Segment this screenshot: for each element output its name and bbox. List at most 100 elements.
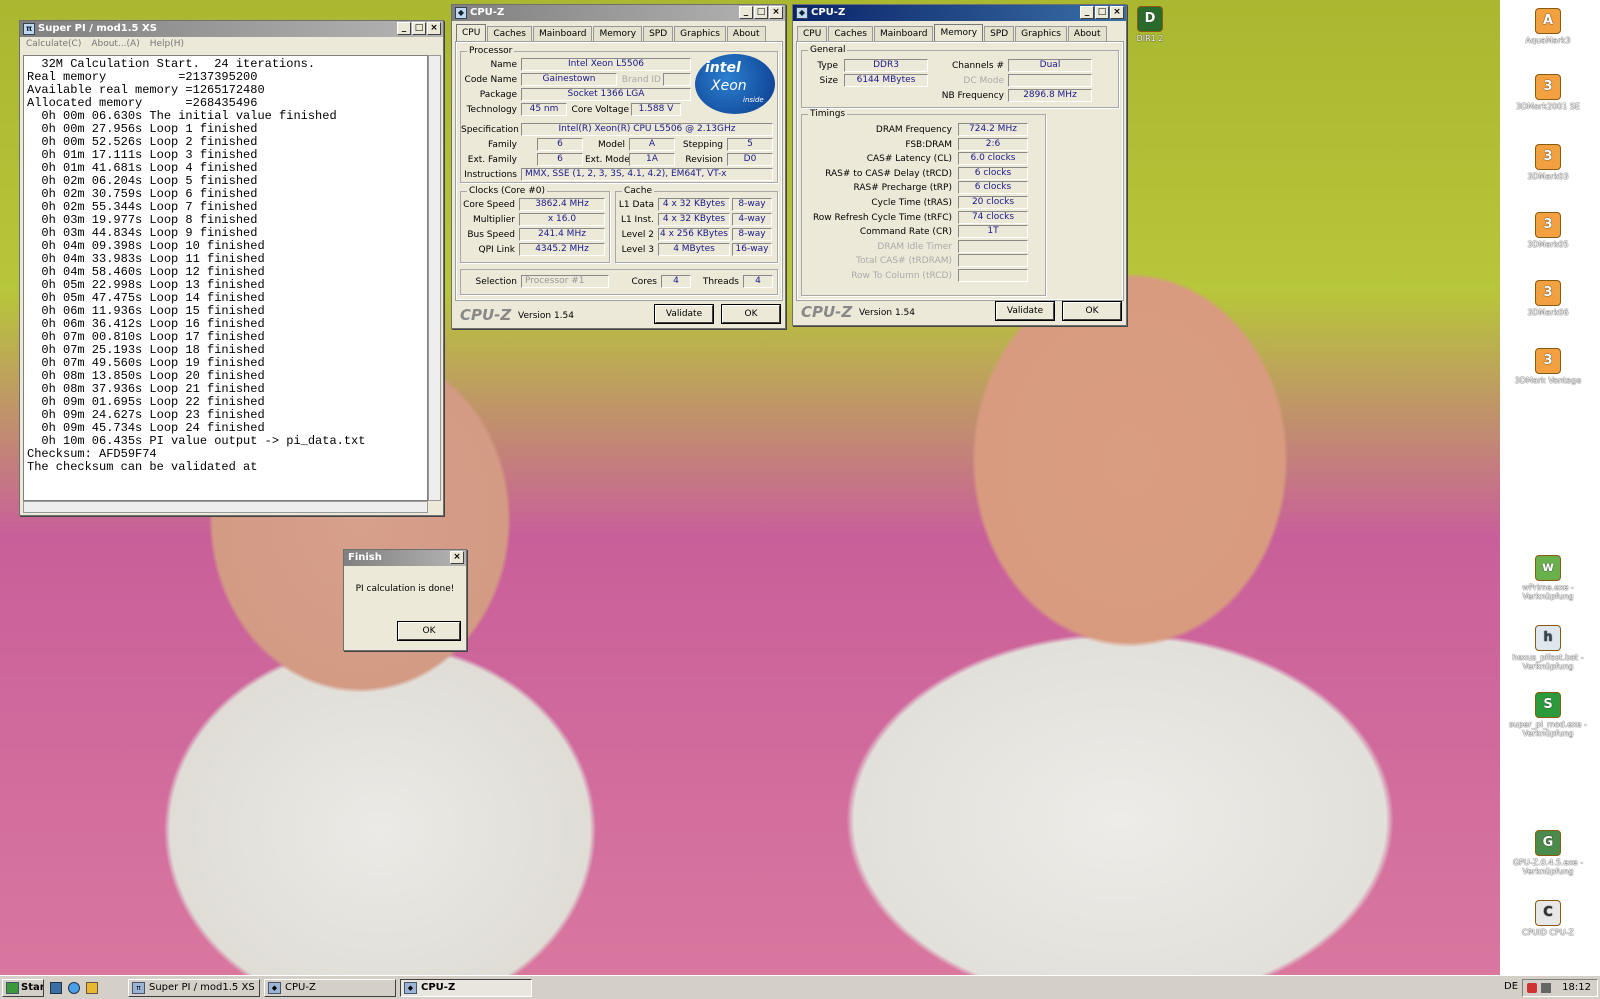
timing-value (958, 254, 1028, 268)
volume-icon[interactable] (1541, 983, 1551, 993)
cpuz-memory-window: ◆ CPU-Z _ □ × CPU Caches Mainboard Memory S… (792, 4, 1127, 326)
tab-mainboard[interactable]: Mainboard (533, 26, 593, 41)
tab-memory[interactable]: Memory (934, 24, 984, 41)
desktop-icon-superpi[interactable]: Ssuper_pi_mod.exe - Verknüpfung (1502, 692, 1594, 738)
3dmark05-icon: 3 (1535, 212, 1561, 238)
desktop-icon-3dmark2001[interactable]: 3 3DMark2001 SE (1502, 74, 1594, 111)
taskbar-item-superpi[interactable]: π Super PI / mod1.5 XS (128, 979, 260, 997)
timing-label: Cycle Time (tRAS) (871, 198, 952, 208)
finish-titlebar[interactable]: Finish × (344, 550, 466, 566)
horizontal-scrollbar[interactable] (23, 501, 428, 513)
validate-button[interactable]: Validate (654, 304, 714, 324)
cpuz-icon: ◆ (268, 982, 281, 994)
cpuz-icon: C (1535, 900, 1561, 926)
l2-label: Level 2 (621, 230, 654, 240)
timing-value: 6 clocks (958, 166, 1028, 180)
tab-cpu[interactable]: CPU (797, 26, 828, 41)
desktop-icon-3dmark-vantage[interactable]: 3 3DMark Vantage (1502, 348, 1594, 385)
maximize-button[interactable]: □ (754, 6, 768, 19)
tab-caches[interactable]: Caches (828, 26, 873, 41)
timing-value (958, 269, 1028, 282)
menu-about[interactable]: About...(A) (91, 37, 139, 51)
cpu-name-value: Intel Xeon L5506 (521, 58, 691, 71)
menu-help[interactable]: Help(H) (150, 37, 184, 51)
3dmark-vantage-icon: 3 (1535, 348, 1561, 374)
taskbar-item-cpuz-2[interactable]: ◆ CPU-Z (400, 979, 532, 997)
start-button[interactable]: Start (2, 979, 44, 997)
extmodel-value: 1A (629, 153, 675, 166)
close-button[interactable]: × (769, 6, 783, 19)
ok-button[interactable]: OK (721, 304, 781, 324)
start-label: Start (21, 982, 43, 993)
internet-explorer-icon[interactable] (68, 982, 80, 994)
superpi-icon: S (1535, 692, 1561, 718)
desktop-icon-gpuz[interactable]: G GPU-Z.0.4.5.exe - Verknüpfung (1502, 830, 1594, 876)
ok-button[interactable]: OK (1062, 301, 1122, 321)
tab-caches[interactable]: Caches (487, 26, 532, 41)
superpi-output[interactable]: 32M Calculation Start. 24 iterations. Rea… (23, 55, 428, 501)
close-button[interactable]: × (427, 22, 441, 35)
stepping-label: Stepping (682, 140, 723, 150)
timing-label: FSB:DRAM (905, 139, 952, 150)
maximize-button[interactable]: □ (1095, 6, 1109, 19)
finish-ok-button[interactable]: OK (397, 621, 461, 641)
vertical-scrollbar[interactable] (428, 55, 441, 501)
minimize-button[interactable]: _ (739, 6, 753, 19)
desktop-icon-cpuz[interactable]: C CPUID CPU-Z (1502, 900, 1594, 937)
taskbar-item-label: CPU-Z (421, 982, 456, 993)
desktop-icon-3dmark03[interactable]: 3 3DMark03 (1502, 144, 1594, 181)
desktop-icon-pifast[interactable]: h hexus_pifast.bat - Verknüpfung (1502, 625, 1594, 671)
minimize-button[interactable]: _ (397, 22, 411, 35)
close-button[interactable]: × (450, 551, 464, 564)
show-desktop-icon[interactable] (50, 982, 62, 994)
language-indicator[interactable]: DE (1504, 981, 1518, 992)
timing-value: 6.0 clocks (958, 152, 1028, 166)
minimize-button[interactable]: _ (1080, 6, 1094, 19)
tab-cpu[interactable]: CPU (456, 24, 487, 41)
tab-spd[interactable]: SPD (984, 26, 1015, 41)
tab-graphics[interactable]: Graphics (674, 26, 726, 41)
selection-dropdown[interactable]: Processor #1 (521, 275, 609, 288)
maximize-button[interactable]: □ (412, 22, 426, 35)
timing-value: 1T (958, 225, 1028, 239)
tab-about[interactable]: About (1067, 26, 1107, 41)
desktop-icon-wprime[interactable]: w wPrime.exe - Verknüpfung (1502, 555, 1594, 601)
validate-button[interactable]: Validate (995, 301, 1055, 321)
taskbar-item-cpuz-1[interactable]: ◆ CPU-Z (264, 979, 396, 997)
desktop-icon-label: wPrime.exe - Verknüpfung (1522, 583, 1574, 601)
clock[interactable]: 18:12 (1562, 982, 1591, 993)
tab-about[interactable]: About (726, 26, 766, 41)
cpuz-cpu-window: ◆ CPU-Z _ □ × CPU Caches Mainboard Memory S… (451, 4, 786, 329)
desktop-icon-label: 3DMark05 (1527, 240, 1569, 249)
tab-spd[interactable]: SPD (643, 26, 674, 41)
tray-icon[interactable] (1527, 983, 1537, 993)
selection-group: Selection Processor #1 Cores 4 Threads 4 (460, 269, 778, 295)
superpi-app-icon: π (23, 23, 35, 35)
close-button[interactable]: × (1110, 6, 1124, 19)
cpuz-memory-titlebar[interactable]: ◆ CPU-Z _ □ × (793, 5, 1126, 21)
family-label: Family (488, 140, 517, 150)
superpi-titlebar[interactable]: π Super PI / mod1.5 XS _ □ × (20, 21, 443, 37)
media-player-icon[interactable] (86, 982, 98, 994)
channels-label: Channels # (951, 61, 1004, 71)
multiplier-value: x 16.0 (519, 213, 605, 226)
xeon-logo-text: Xeon (711, 78, 747, 94)
timing-label: DRAM Idle Timer (877, 241, 952, 252)
desktop-icon-3dmark06[interactable]: 3 3DMark06 (1502, 280, 1594, 317)
desktop-icon-3dmark05[interactable]: 3 3DMark05 (1502, 212, 1594, 249)
l1i-way-value: 4-way (732, 213, 772, 226)
l2-value: 4 x 256 KBytes (658, 228, 730, 241)
cpuz-title: CPU-Z (811, 7, 846, 18)
model-label: Model (597, 140, 625, 150)
menu-calculate[interactable]: Calculate(C) (26, 37, 81, 51)
brandid-label: Brand ID (621, 75, 661, 85)
desktop-icon-aquamark[interactable]: A AquaMark3 (1502, 8, 1594, 45)
gpuz-icon: G (1535, 830, 1561, 856)
tab-memory[interactable]: Memory (593, 26, 643, 41)
tab-graphics[interactable]: Graphics (1015, 26, 1067, 41)
cpuz-cpu-titlebar[interactable]: ◆ CPU-Z _ □ × (452, 5, 785, 21)
tab-mainboard[interactable]: Mainboard (874, 26, 934, 41)
package-value: Socket 1366 LGA (521, 88, 691, 101)
channels-value: Dual (1008, 59, 1092, 72)
l3-label: Level 3 (621, 245, 654, 255)
